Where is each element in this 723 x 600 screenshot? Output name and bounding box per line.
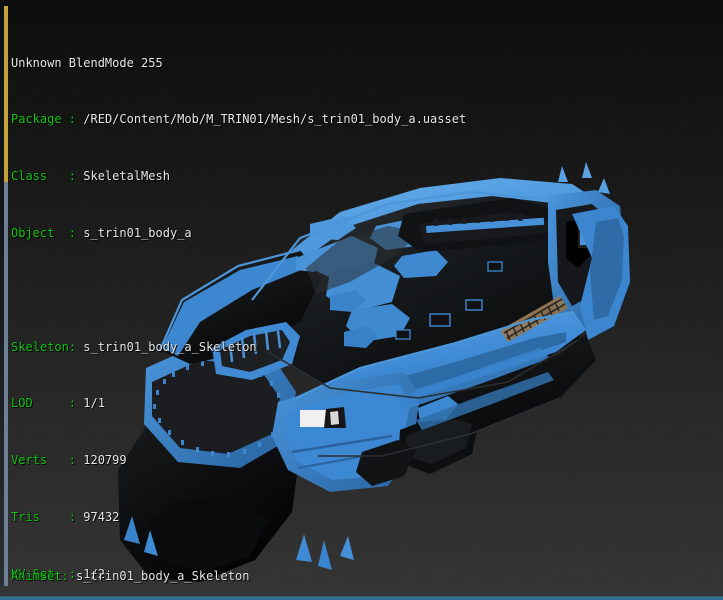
skeleton-label: Skeleton: — [11, 339, 77, 354]
blendmode-text: Unknown BlendMode 255 — [11, 55, 163, 70]
info-row-package: Package : /RED/Content/Mob/M_TRIN01/Mesh… — [11, 112, 466, 126]
scroll-thumb[interactable] — [4, 182, 8, 589]
class-label: Class — [11, 169, 48, 184]
tris-sep: : — [39, 509, 84, 524]
lod-label: LOD — [11, 396, 33, 411]
package-label: Package — [11, 112, 62, 127]
stats-row-skeleton: Skeleton: s_trin01_body_a_Skeleton — [11, 340, 466, 354]
info-row-class: Class : SkeletalMesh — [11, 169, 466, 183]
animset-value: s_trin01_body_a_Skeleton — [76, 569, 250, 584]
verts-value: 120799 — [83, 453, 127, 468]
mesh-viewer-window: Unknown BlendMode 255 Package : /RED/Con… — [0, 0, 723, 600]
info-spacer — [11, 283, 466, 297]
object-label: Object — [11, 226, 55, 240]
stats-row-lod: LOD : 1/1 — [11, 396, 466, 410]
left-scroll-strip[interactable] — [4, 0, 8, 600]
mesh-info-overlay: Unknown BlendMode 255 Package : /RED/Con… — [11, 13, 466, 600]
info-row-object: Object : s_trin01_body_a — [11, 226, 466, 240]
anim-row-animset: AnimSet: s_trin01_body_a_Skeleton — [11, 569, 249, 583]
stats-row-tris: Tris : 97432 — [11, 510, 466, 524]
lod-value: 1/1 — [83, 396, 105, 411]
tris-value: 97432 — [83, 509, 120, 524]
animset-sep — [69, 569, 76, 583]
class-sep: : — [47, 169, 84, 184]
skeleton-value: s_trin01_body_a_Skeleton — [83, 339, 257, 354]
blendmode-line: Unknown BlendMode 255 — [11, 56, 466, 70]
animset-label: AnimSet: — [11, 569, 69, 584]
lod-range-indicator[interactable] — [4, 6, 8, 182]
stats-row-verts: Verts : 120799 — [11, 453, 466, 467]
object-sep: : — [54, 226, 84, 240]
verts-sep: : — [47, 453, 84, 468]
verts-label: Verts — [11, 453, 48, 468]
object-value: s_trin01_body_a — [83, 226, 192, 240]
lod-sep: : — [32, 396, 84, 411]
package-value: /RED/Content/Mob/M_TRIN01/Mesh/s_trin01_… — [83, 112, 467, 127]
class-value: SkeletalMesh — [83, 169, 170, 184]
tris-label: Tris — [11, 509, 40, 524]
package-sep: : — [61, 112, 84, 127]
